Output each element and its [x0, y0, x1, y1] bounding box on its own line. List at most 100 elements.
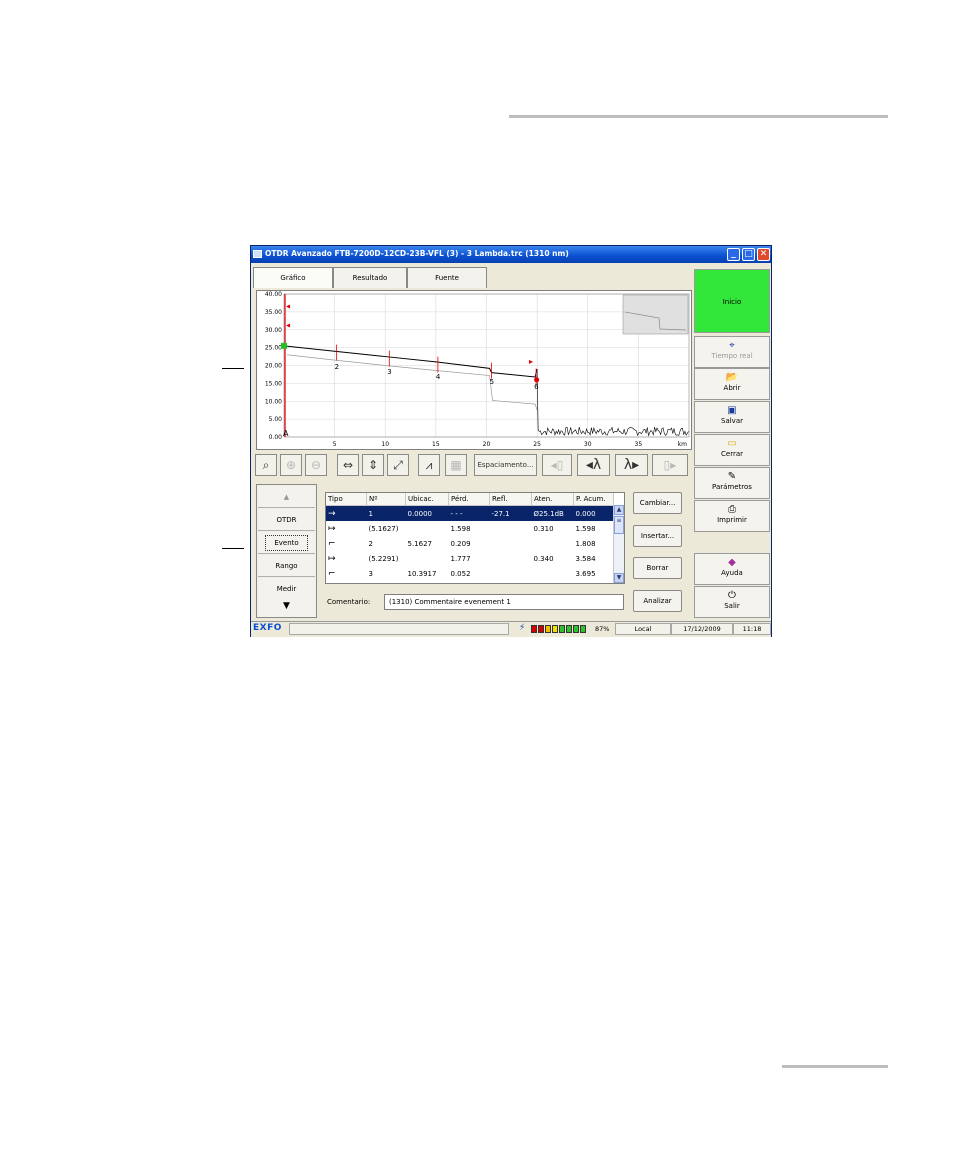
tab-label: Resultado — [352, 274, 388, 282]
cell: 3.584 — [575, 554, 596, 563]
column-header[interactable]: Pérd. — [448, 493, 490, 506]
battery-cell — [580, 625, 586, 633]
nav-item-evento[interactable]: Evento — [258, 532, 315, 554]
zoom-vertical-button[interactable]: ⇕ — [362, 454, 384, 476]
power-plug-icon: ⚡ — [519, 623, 526, 633]
nav-item-label: Rango — [275, 562, 298, 570]
zoom-tool-button[interactable]: ⌕ — [255, 454, 277, 476]
comment-input[interactable]: (1310) Commentaire evenement 1 — [384, 594, 624, 610]
table-row[interactable]: ↦ (5.2291) 1.777 0.340 3.584 — [326, 551, 614, 566]
zoom-out-icon: ⊖ — [310, 458, 322, 472]
table-row[interactable]: ↦ (5.1627) 1.598 0.310 1.598 — [326, 521, 614, 536]
start-button[interactable]: Inicio — [694, 269, 770, 333]
close-file-button[interactable]: ▭ Cerrar — [694, 434, 770, 466]
column-header[interactable]: Tipo — [326, 493, 367, 506]
column-header[interactable]: Ubicac. — [405, 493, 449, 506]
save-button[interactable]: ▣ Salvar — [694, 401, 770, 433]
cell: 0.340 — [533, 554, 554, 563]
end-marker-arrow[interactable] — [529, 359, 534, 364]
column-header[interactable]: P. Acum. — [573, 493, 614, 506]
zoom-full-button[interactable]: ⤢ — [387, 454, 409, 476]
prev-wavelength-button[interactable]: ◂λ — [577, 454, 610, 476]
realtime-button[interactable]: ⌖ Tiempo real — [694, 336, 770, 368]
open-label: Abrir — [723, 384, 741, 392]
maximize-button[interactable]: □ — [742, 248, 755, 261]
prev-trace-button[interactable]: ◂▯ — [542, 454, 572, 476]
y-tick-label: 40.00 — [265, 291, 282, 298]
table-scrollbar[interactable]: ▲ ≡ ▼ — [613, 505, 624, 583]
marker-arrow[interactable] — [286, 323, 291, 328]
column-header[interactable]: Nº — [366, 493, 406, 506]
nav-item-rango[interactable]: Rango — [258, 555, 315, 577]
zoom-horizontal-button[interactable]: ⇔ — [337, 454, 359, 476]
nav-down-button[interactable]: ▼ — [258, 595, 315, 617]
title-bar[interactable]: OTDR Avanzado FTB-7200D-12CD-23B-VFL (3)… — [251, 246, 771, 263]
next-wavelength-button[interactable]: λ▸ — [615, 454, 648, 476]
zoom-vertical-icon: ⇕ — [367, 458, 379, 472]
battery-cell — [531, 625, 537, 633]
edit-document-icon: ✎ — [727, 471, 737, 482]
date-display: 17/12/2009 — [671, 623, 733, 635]
start-label: Inicio — [722, 298, 742, 306]
cell — [406, 551, 449, 566]
scroll-down-arrow[interactable]: ▼ — [614, 573, 624, 583]
nav-item-otdr[interactable]: OTDR — [258, 509, 315, 531]
lambda-right-icon: λ▸ — [623, 457, 640, 473]
realtime-label: Tiempo real — [711, 352, 753, 360]
otdr-trace-graph[interactable]: 40.00 35.00 30.00 25.00 20.00 15.00 10.00 5.00 0… — [256, 290, 692, 450]
nav-up-button[interactable]: ▲ — [258, 486, 315, 508]
event-table[interactable]: Tipo Nº Ubicac. Pérd. Refl. Aten. P. Acu… — [325, 492, 625, 584]
exit-button[interactable]: ⏻ Salir — [694, 586, 770, 618]
close-button[interactable]: ✕ — [757, 248, 770, 261]
exfo-logo: EXFO — [253, 623, 282, 633]
delete-button[interactable]: Borrar — [633, 557, 682, 579]
event-zoom-icon: ⩘ — [425, 458, 433, 472]
marker-arrow[interactable] — [286, 304, 291, 309]
table-row[interactable]: ⌐ 2 5.1627 0.209 1.808 — [326, 536, 614, 551]
column-header[interactable]: Refl. — [489, 493, 532, 506]
event-label: 4 — [436, 373, 441, 381]
scroll-up-arrow[interactable]: ▲ — [614, 505, 624, 515]
marker-handle[interactable] — [281, 342, 288, 349]
overview-button[interactable]: ▦ — [445, 454, 467, 476]
change-button[interactable]: Cambiar... — [633, 492, 682, 514]
event-table-grid: Tipo Nº Ubicac. Pérd. Refl. Aten. P. Acu… — [326, 493, 614, 581]
print-button[interactable]: ⎙ Imprimir — [694, 500, 770, 532]
time-display: 11:18 — [733, 623, 771, 635]
scroll-thumb[interactable]: ≡ — [614, 516, 624, 534]
end-event-dot[interactable] — [534, 377, 540, 383]
battery-cell — [545, 625, 551, 633]
help-button[interactable]: ◆ Ayuda — [694, 553, 770, 585]
tab-resultado[interactable]: Resultado — [333, 267, 407, 288]
event-label: 6 — [534, 383, 539, 391]
nav-item-label: Evento — [265, 535, 308, 551]
table-row[interactable]: → 1 0.0000 - - - -27.1 Ø25.1dB 0.000 — [326, 505, 614, 521]
x-tick-label: 20 — [483, 441, 491, 448]
callout-line-nav — [222, 548, 244, 549]
crosshair-icon: ⌖ — [729, 340, 735, 351]
zoom-event-button[interactable]: ⩘ — [418, 454, 440, 476]
next-trace-button[interactable]: ▯▸ — [652, 454, 688, 476]
zoom-horizontal-icon: ⇔ — [342, 458, 354, 472]
analyze-button[interactable]: Analizar — [633, 590, 682, 612]
cell — [490, 536, 532, 551]
zoom-in-button[interactable]: ⊕ — [280, 454, 302, 476]
column-header[interactable]: Aten. — [531, 493, 574, 506]
spacing-button[interactable]: Espaciamento... — [474, 454, 537, 476]
tab-grafico[interactable]: Gráfico — [253, 267, 333, 288]
open-button[interactable]: 📂 Abrir — [694, 368, 770, 400]
tab-fuente[interactable]: Fuente — [407, 267, 487, 288]
x-unit-label: km — [678, 441, 687, 448]
trace-line-secondary — [286, 354, 538, 411]
insert-button[interactable]: Insertar... — [633, 525, 682, 547]
insert-label: Insertar... — [640, 532, 675, 540]
battery-cell — [552, 625, 558, 633]
overview-thumbnail[interactable] — [622, 294, 689, 335]
battery-cell — [566, 625, 572, 633]
table-row[interactable]: ⌐ 3 10.3917 0.052 3.695 — [326, 566, 614, 581]
minimize-button[interactable]: _ — [727, 248, 740, 261]
analyze-label: Analizar — [643, 597, 672, 605]
tab-label: Gráfico — [280, 274, 306, 282]
parameters-button[interactable]: ✎ Parámetros — [694, 467, 770, 499]
zoom-out-button[interactable]: ⊖ — [305, 454, 327, 476]
